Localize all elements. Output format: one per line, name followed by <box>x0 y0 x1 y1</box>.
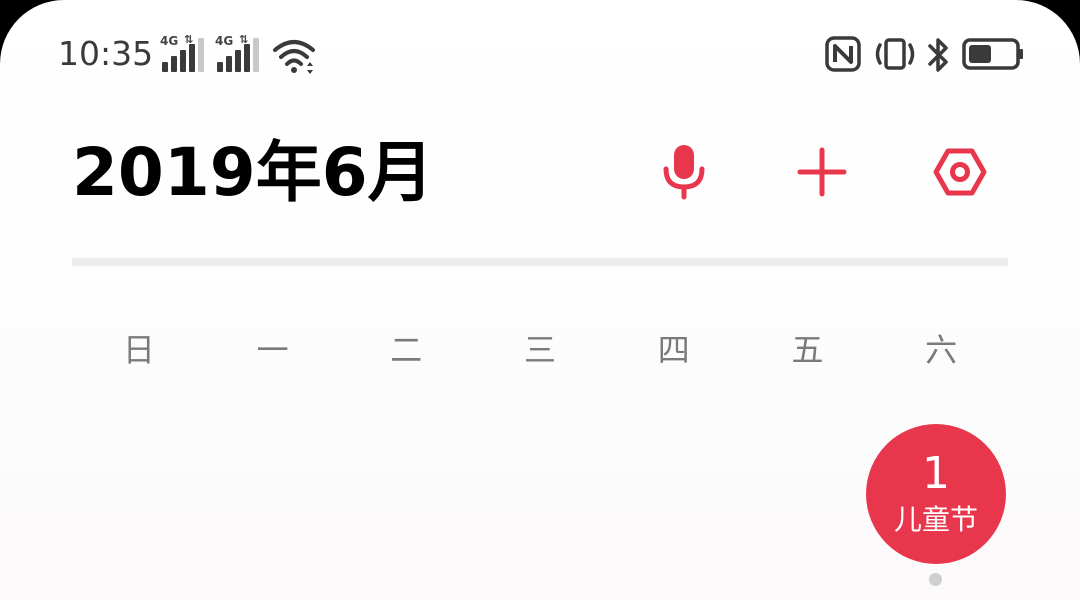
signal-label: 4G <box>160 34 179 48</box>
vibrate-icon <box>875 38 915 70</box>
status-time: 10:35 <box>58 34 154 73</box>
month-title: 2019年6月 <box>72 134 434 211</box>
calendar-screen: 10:35 4G ⇅ 4G ⇅ 2019年6月 日 一 二 三 四 五 六 1 … <box>0 0 1080 600</box>
status-bar: 10:35 4G ⇅ 4G ⇅ <box>0 30 1080 80</box>
weekday-label: 日 <box>122 331 155 369</box>
weekday-label: 五 <box>791 331 824 369</box>
bluetooth-icon <box>928 38 948 72</box>
nfc-icon <box>825 36 861 72</box>
microphone-icon <box>663 145 705 200</box>
wifi-icon <box>273 40 315 74</box>
weekday-label: 三 <box>524 331 557 369</box>
settings-button[interactable] <box>930 142 990 202</box>
holiday-label: 儿童节 <box>893 503 978 536</box>
header-divider <box>72 258 1008 266</box>
weekday-label: 二 <box>390 331 423 369</box>
4g-signal-icon: 4G ⇅ <box>160 33 208 72</box>
weekday-label: 六 <box>925 331 958 369</box>
calendar-day-selected[interactable]: 1 儿童节 <box>866 424 1006 564</box>
add-icon <box>797 147 847 197</box>
day-number: 1 <box>922 448 950 499</box>
weekday-header: 日 一 二 三 四 五 六 <box>72 322 1008 378</box>
4g-signal-icon: 4G ⇅ <box>215 33 263 72</box>
battery-icon <box>962 38 1023 70</box>
event-indicator-dot <box>929 573 942 586</box>
signal-label: 4G <box>215 34 234 48</box>
settings-icon <box>933 148 987 196</box>
weekday-label: 四 <box>657 331 690 369</box>
add-event-button[interactable] <box>792 142 852 202</box>
weekday-label: 一 <box>256 331 289 369</box>
voice-button[interactable] <box>654 142 714 202</box>
